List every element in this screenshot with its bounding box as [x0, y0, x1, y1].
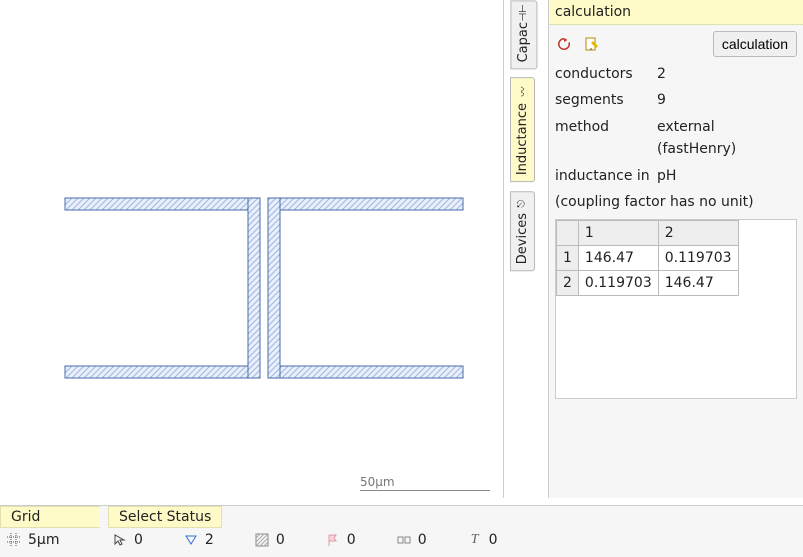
hatch-icon — [254, 532, 270, 548]
sel-val-4: 0 — [418, 532, 427, 548]
tab-inductance-label: Inductance — [515, 103, 530, 175]
matrix-container: 1 2 1 146.47 0.119703 2 0.119703 146.47 — [555, 219, 797, 399]
sel-val-5: 0 — [489, 532, 498, 548]
unit-label: inductance in — [555, 165, 657, 187]
table-row: 2 0.119703 146.47 — [557, 271, 739, 296]
sel-val-3: 0 — [347, 532, 356, 548]
tab-capacitance-label: Capac — [516, 22, 531, 62]
sel-val-2: 0 — [276, 532, 285, 548]
grid-icon — [6, 532, 22, 548]
matrix-col-2: 2 — [658, 221, 738, 246]
matrix-corner — [557, 221, 579, 246]
inductance-panel: calculation calculation conductors2 segm… — [548, 0, 803, 498]
text-icon: T — [467, 532, 483, 548]
status-bar: Grid Select Status 5µm 0 2 0 — [0, 505, 803, 557]
matrix-row-2: 2 — [557, 271, 579, 296]
tab-devices-label: Devices — [515, 213, 530, 264]
scale-label: 50µm — [360, 475, 395, 489]
conductors-value: 2 — [657, 63, 797, 85]
inductance-matrix: 1 2 1 146.47 0.119703 2 0.119703 146.47 — [556, 220, 739, 296]
segments-label: segments — [555, 89, 657, 111]
calculation-button[interactable]: calculation — [713, 31, 797, 57]
tab-capacitance[interactable]: Capac ⊣⊢ — [510, 0, 537, 69]
grid-value: 5µm — [28, 532, 59, 548]
grid-value-cell: 5µm — [6, 532, 106, 548]
sel-item-arrow: 0 — [112, 532, 143, 548]
device-icon: ⎋ — [517, 199, 528, 207]
table-row: 1 146.47 0.119703 — [557, 246, 739, 271]
segments-value: 9 — [657, 89, 797, 111]
method-value: external (fastHenry) — [657, 116, 797, 161]
refresh-icon[interactable] — [555, 35, 573, 53]
sel-val-1: 2 — [205, 532, 214, 548]
matrix-row-1: 1 — [557, 246, 579, 271]
matrix-cell-11[interactable]: 146.47 — [578, 246, 658, 271]
arrow-icon — [112, 532, 128, 548]
inductor-icon: 〰 — [515, 87, 530, 97]
sel-item-hatch: 0 — [254, 532, 285, 548]
capacitor-icon: ⊣⊢ — [518, 4, 529, 21]
coupling-note: (coupling factor has no unit) — [555, 191, 797, 213]
sel-item-triangle: 2 — [183, 532, 214, 548]
panel-toolbar: calculation — [555, 31, 797, 57]
panel-title: calculation — [549, 0, 803, 25]
component-icon — [396, 532, 412, 548]
select-section-title: Select Status — [108, 506, 222, 528]
conductors-label: conductors — [555, 63, 657, 85]
matrix-cell-21[interactable]: 0.119703 — [578, 271, 658, 296]
grid-section-title: Grid — [0, 506, 100, 528]
sel-item-component: 0 — [396, 532, 427, 548]
matrix-col-1: 1 — [578, 221, 658, 246]
side-tabs: Capac ⊣⊢ Inductance 〰 Devices ⎋ — [510, 0, 540, 498]
tab-inductance[interactable]: Inductance 〰 — [510, 77, 535, 182]
triangle-down-icon — [183, 532, 199, 548]
edit-icon[interactable] — [583, 35, 601, 53]
canvas-svg — [0, 0, 504, 498]
scale-bar: 50µm — [360, 475, 490, 491]
unit-value: pH — [657, 165, 797, 187]
method-label: method — [555, 116, 657, 161]
tab-devices[interactable]: Devices ⎋ — [510, 191, 535, 271]
matrix-cell-12[interactable]: 0.119703 — [658, 246, 738, 271]
table-row: 1 2 — [557, 221, 739, 246]
sel-val-0: 0 — [134, 532, 143, 548]
design-canvas[interactable]: 50µm — [0, 0, 504, 498]
matrix-cell-22[interactable]: 146.47 — [658, 271, 738, 296]
sel-item-text: T 0 — [467, 532, 498, 548]
sel-item-flag: 0 — [325, 532, 356, 548]
flag-icon — [325, 532, 341, 548]
